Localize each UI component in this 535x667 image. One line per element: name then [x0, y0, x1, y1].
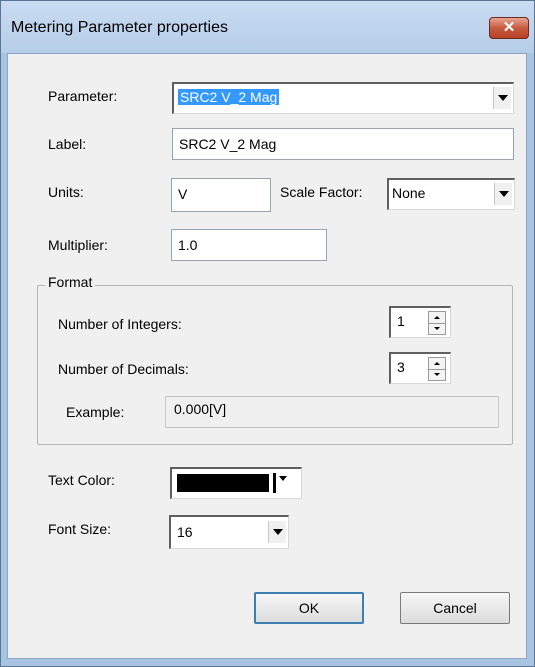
text-color-label: Text Color:: [48, 472, 115, 488]
dialog-window: Metering Parameter properties ✕ Paramete…: [0, 0, 535, 667]
font-size-dropdown[interactable]: 16: [169, 515, 289, 549]
chevron-down-icon: [497, 95, 508, 101]
font-size-dropdown-button[interactable]: [268, 521, 286, 543]
font-size-value: 16: [177, 524, 193, 540]
decimals-label: Number of Decimals:: [58, 361, 189, 377]
parameter-dropdown[interactable]: SRC2 V_2 Mag: [172, 82, 514, 114]
parameter-dropdown-button[interactable]: [493, 87, 511, 109]
units-label: Units:: [48, 184, 84, 200]
dialog-body: Parameter: SRC2 V_2 Mag Label: SRC2 V_2 …: [7, 53, 527, 659]
chevron-down-icon: [272, 529, 283, 535]
integers-decrement-button[interactable]: [429, 323, 445, 334]
parameter-value: SRC2 V_2 Mag: [178, 89, 280, 105]
example-value: 0.000[V]: [174, 401, 227, 417]
scale-factor-dropdown[interactable]: None: [387, 178, 515, 210]
color-swatch: [177, 474, 269, 492]
decimals-value: 3: [397, 359, 405, 375]
color-picker-separator: [273, 473, 276, 493]
integers-spinner[interactable]: 1: [389, 306, 451, 338]
label-input[interactable]: SRC2 V_2 Mag: [172, 128, 514, 160]
title-bar[interactable]: Metering Parameter properties ✕: [1, 1, 534, 53]
multiplier-input[interactable]: 1.0: [171, 229, 327, 261]
font-size-label: Font Size:: [48, 521, 112, 537]
close-icon: ✕: [502, 19, 516, 36]
arrow-up-icon: [434, 362, 440, 365]
integers-spin-buttons: [428, 311, 446, 335]
arrow-down-icon: [434, 327, 440, 330]
chevron-down-icon: [498, 191, 509, 197]
arrow-up-icon: [434, 316, 440, 319]
arrow-down-icon: [434, 373, 440, 376]
ok-button[interactable]: OK: [254, 592, 364, 624]
text-color-picker[interactable]: [170, 467, 302, 499]
decimals-spinner[interactable]: 3: [389, 352, 451, 384]
dialog-title: Metering Parameter properties: [11, 19, 228, 36]
scale-factor-dropdown-button[interactable]: [494, 183, 512, 205]
integers-label: Number of Integers:: [58, 316, 182, 332]
integers-value: 1: [397, 313, 405, 329]
example-display: 0.000[V]: [165, 396, 499, 428]
units-input[interactable]: V: [171, 178, 271, 212]
label-input-value: SRC2 V_2 Mag: [179, 136, 277, 152]
scale-factor-value: None: [392, 185, 426, 201]
cancel-button[interactable]: Cancel: [400, 592, 510, 624]
multiplier-label: Multiplier:: [48, 237, 108, 253]
decimals-spin-buttons: [428, 357, 446, 381]
format-group-title: Format: [45, 274, 96, 290]
chevron-down-icon[interactable]: [279, 476, 287, 481]
example-label: Example:: [66, 404, 125, 420]
label-field-label: Label:: [48, 136, 87, 152]
units-input-value: V: [178, 186, 188, 202]
multiplier-input-value: 1.0: [178, 237, 198, 253]
decimals-decrement-button[interactable]: [429, 369, 445, 380]
scale-factor-label: Scale Factor:: [280, 184, 363, 200]
close-button[interactable]: ✕: [489, 17, 529, 39]
parameter-label: Parameter:: [48, 88, 118, 104]
